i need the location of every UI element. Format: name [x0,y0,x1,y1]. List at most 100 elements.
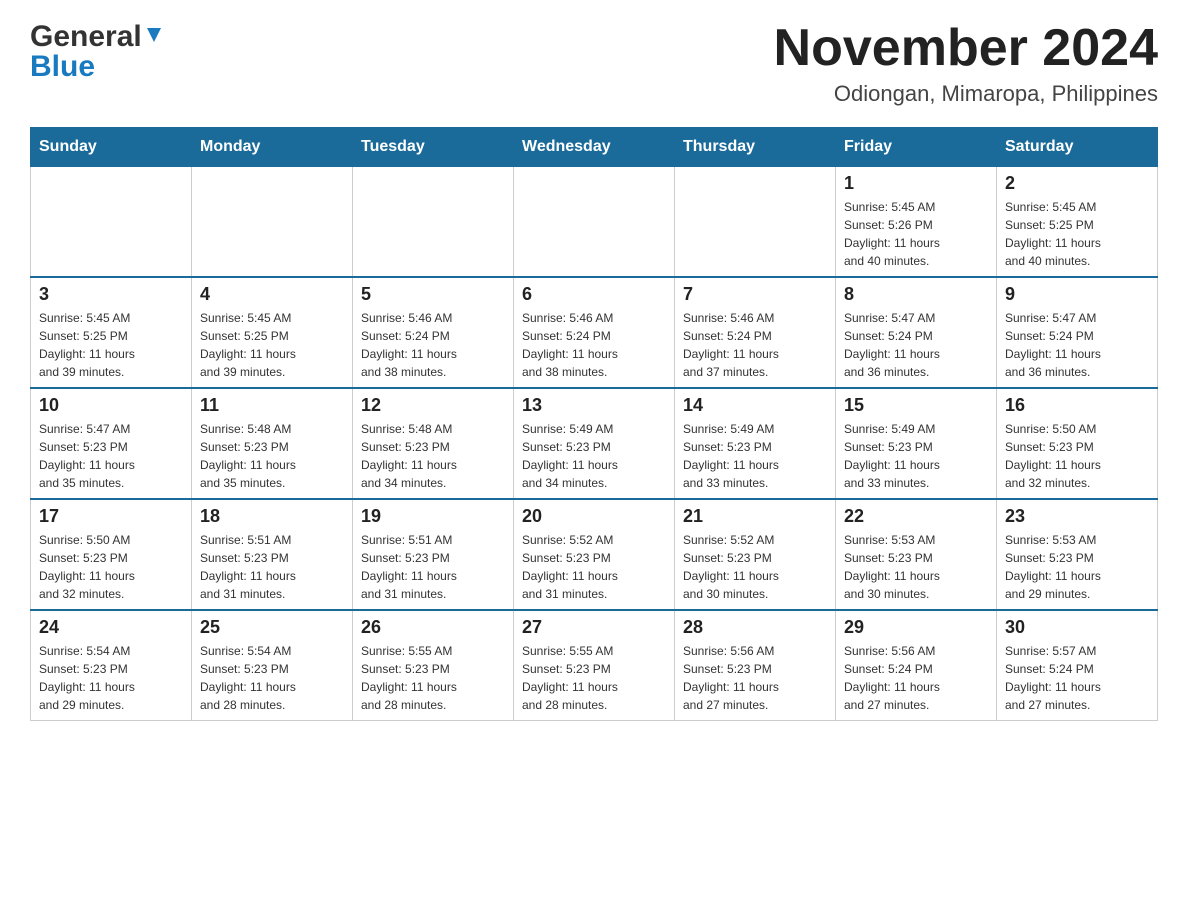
calendar-cell [675,167,836,278]
calendar-table: SundayMondayTuesdayWednesdayThursdayFrid… [30,127,1158,721]
day-info: Sunrise: 5:54 AM Sunset: 5:23 PM Dayligh… [200,642,344,714]
day-info: Sunrise: 5:46 AM Sunset: 5:24 PM Dayligh… [361,309,505,381]
calendar-header-monday: Monday [192,128,353,167]
day-number: 19 [361,506,505,527]
calendar-cell: 4 Sunrise: 5:45 AM Sunset: 5:25 PM Daylig… [192,277,353,388]
day-number: 26 [361,617,505,638]
day-info: Sunrise: 5:54 AM Sunset: 5:23 PM Dayligh… [39,642,183,714]
day-info: Sunrise: 5:55 AM Sunset: 5:23 PM Dayligh… [522,642,666,714]
calendar-header-saturday: Saturday [997,128,1158,167]
calendar-week-row: 17 Sunrise: 5:50 AM Sunset: 5:23 PM Dayli… [31,499,1158,610]
day-number: 12 [361,395,505,416]
day-number: 3 [39,284,183,305]
day-info: Sunrise: 5:53 AM Sunset: 5:23 PM Dayligh… [1005,531,1149,603]
calendar-cell: 1 Sunrise: 5:45 AM Sunset: 5:26 PM Daylig… [836,167,997,278]
calendar-week-row: 24Sunrise: 5:54 AM Sunset: 5:23 PM Dayli… [31,610,1158,721]
day-info: Sunrise: 5:49 AM Sunset: 5:23 PM Dayligh… [522,420,666,492]
logo: General Blue [30,20,165,84]
calendar-cell: 10Sunrise: 5:47 AM Sunset: 5:23 PM Dayli… [31,388,192,499]
day-number: 14 [683,395,827,416]
calendar-cell: 6Sunrise: 5:46 AM Sunset: 5:24 PM Daylig… [514,277,675,388]
calendar-cell: 27 Sunrise: 5:55 AM Sunset: 5:23 PM Dayli… [514,610,675,721]
calendar-cell: 16Sunrise: 5:50 AM Sunset: 5:23 PM Dayli… [997,388,1158,499]
calendar-header-tuesday: Tuesday [353,128,514,167]
calendar-week-row: 1 Sunrise: 5:45 AM Sunset: 5:26 PM Daylig… [31,167,1158,278]
calendar-cell: 26 Sunrise: 5:55 AM Sunset: 5:23 PM Dayli… [353,610,514,721]
logo-blue: Blue [30,50,95,84]
day-info: Sunrise: 5:45 AM Sunset: 5:26 PM Dayligh… [844,198,988,270]
calendar-cell: 30 Sunrise: 5:57 AM Sunset: 5:24 PM Dayli… [997,610,1158,721]
calendar-cell: 19 Sunrise: 5:51 AM Sunset: 5:23 PM Dayli… [353,499,514,610]
day-number: 27 [522,617,666,638]
calendar-cell: 24Sunrise: 5:54 AM Sunset: 5:23 PM Dayli… [31,610,192,721]
day-number: 11 [200,395,344,416]
day-number: 1 [844,173,988,194]
location-title: Odiongan, Mimaropa, Philippines [774,81,1158,107]
day-info: Sunrise: 5:48 AM Sunset: 5:23 PM Dayligh… [361,420,505,492]
day-number: 5 [361,284,505,305]
day-info: Sunrise: 5:51 AM Sunset: 5:23 PM Dayligh… [361,531,505,603]
day-info: Sunrise: 5:45 AM Sunset: 5:25 PM Dayligh… [1005,198,1149,270]
calendar-cell: 2Sunrise: 5:45 AM Sunset: 5:25 PM Daylig… [997,167,1158,278]
calendar-cell: 14 Sunrise: 5:49 AM Sunset: 5:23 PM Dayli… [675,388,836,499]
logo-general: General [30,20,142,54]
calendar-header-thursday: Thursday [675,128,836,167]
calendar-cell: 28 Sunrise: 5:56 AM Sunset: 5:23 PM Dayli… [675,610,836,721]
day-number: 28 [683,617,827,638]
calendar-cell: 11 Sunrise: 5:48 AM Sunset: 5:23 PM Dayli… [192,388,353,499]
page-header: General Blue November 2024 Odiongan, Mim… [30,20,1158,107]
calendar-header-row: SundayMondayTuesdayWednesdayThursdayFrid… [31,128,1158,167]
day-info: Sunrise: 5:50 AM Sunset: 5:23 PM Dayligh… [39,531,183,603]
calendar-cell: 23 Sunrise: 5:53 AM Sunset: 5:23 PM Dayli… [997,499,1158,610]
day-info: Sunrise: 5:48 AM Sunset: 5:23 PM Dayligh… [200,420,344,492]
calendar-cell: 9 Sunrise: 5:47 AM Sunset: 5:24 PM Daylig… [997,277,1158,388]
day-info: Sunrise: 5:51 AM Sunset: 5:23 PM Dayligh… [200,531,344,603]
calendar-header-friday: Friday [836,128,997,167]
day-number: 4 [200,284,344,305]
day-info: Sunrise: 5:47 AM Sunset: 5:24 PM Dayligh… [844,309,988,381]
day-number: 13 [522,395,666,416]
calendar-cell: 17 Sunrise: 5:50 AM Sunset: 5:23 PM Dayli… [31,499,192,610]
calendar-cell: 7 Sunrise: 5:46 AM Sunset: 5:24 PM Daylig… [675,277,836,388]
day-info: Sunrise: 5:56 AM Sunset: 5:24 PM Dayligh… [844,642,988,714]
day-info: Sunrise: 5:47 AM Sunset: 5:24 PM Dayligh… [1005,309,1149,381]
calendar-cell: 21Sunrise: 5:52 AM Sunset: 5:23 PM Dayli… [675,499,836,610]
calendar-cell: 8 Sunrise: 5:47 AM Sunset: 5:24 PM Daylig… [836,277,997,388]
day-info: Sunrise: 5:49 AM Sunset: 5:23 PM Dayligh… [683,420,827,492]
day-number: 9 [1005,284,1149,305]
day-number: 29 [844,617,988,638]
calendar-cell: 25 Sunrise: 5:54 AM Sunset: 5:23 PM Dayli… [192,610,353,721]
day-info: Sunrise: 5:46 AM Sunset: 5:24 PM Dayligh… [522,309,666,381]
day-info: Sunrise: 5:56 AM Sunset: 5:23 PM Dayligh… [683,642,827,714]
calendar-header-sunday: Sunday [31,128,192,167]
day-number: 25 [200,617,344,638]
day-number: 10 [39,395,183,416]
day-number: 8 [844,284,988,305]
day-info: Sunrise: 5:45 AM Sunset: 5:25 PM Dayligh… [39,309,183,381]
calendar-cell: 3 Sunrise: 5:45 AM Sunset: 5:25 PM Daylig… [31,277,192,388]
logo-triangle-icon [143,24,165,46]
calendar-cell [192,167,353,278]
title-area: November 2024 Odiongan, Mimaropa, Philip… [774,20,1158,107]
calendar-cell [353,167,514,278]
calendar-cell: 29 Sunrise: 5:56 AM Sunset: 5:24 PM Dayli… [836,610,997,721]
day-info: Sunrise: 5:55 AM Sunset: 5:23 PM Dayligh… [361,642,505,714]
day-number: 17 [39,506,183,527]
day-info: Sunrise: 5:46 AM Sunset: 5:24 PM Dayligh… [683,309,827,381]
calendar-week-row: 10Sunrise: 5:47 AM Sunset: 5:23 PM Dayli… [31,388,1158,499]
calendar-cell: 15Sunrise: 5:49 AM Sunset: 5:23 PM Dayli… [836,388,997,499]
day-info: Sunrise: 5:45 AM Sunset: 5:25 PM Dayligh… [200,309,344,381]
calendar-cell: 22Sunrise: 5:53 AM Sunset: 5:23 PM Dayli… [836,499,997,610]
day-info: Sunrise: 5:52 AM Sunset: 5:23 PM Dayligh… [522,531,666,603]
day-number: 21 [683,506,827,527]
day-info: Sunrise: 5:57 AM Sunset: 5:24 PM Dayligh… [1005,642,1149,714]
day-number: 30 [1005,617,1149,638]
day-number: 22 [844,506,988,527]
calendar-cell [31,167,192,278]
day-number: 15 [844,395,988,416]
calendar-cell [514,167,675,278]
day-number: 7 [683,284,827,305]
day-number: 20 [522,506,666,527]
calendar-cell: 18Sunrise: 5:51 AM Sunset: 5:23 PM Dayli… [192,499,353,610]
day-number: 23 [1005,506,1149,527]
